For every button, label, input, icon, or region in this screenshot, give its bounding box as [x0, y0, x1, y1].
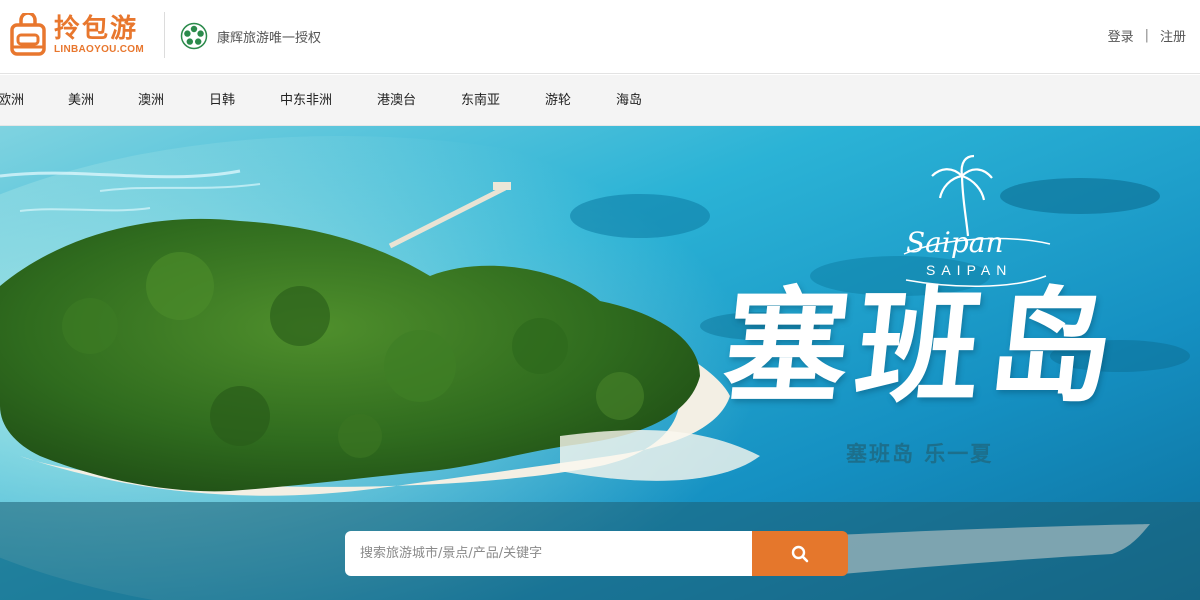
nav-item-middle-east-africa[interactable]: 中东非洲 — [280, 75, 332, 126]
site-logo[interactable]: 拎包游 LINBAOYOU.COM — [8, 10, 153, 60]
region-nav: 欧洲 美洲 澳洲 日韩 中东非洲 港澳台 东南亚 游轮 海岛 — [0, 75, 1200, 126]
partner-badge: 康辉旅游唯一授权 — [180, 22, 321, 50]
nav-item-australia[interactable]: 澳洲 — [138, 75, 164, 126]
register-link[interactable]: 注册 — [1160, 26, 1186, 45]
nav-item-hk-macau-taiwan[interactable]: 港澳台 — [377, 75, 416, 126]
nav-item-islands[interactable]: 海岛 — [616, 75, 642, 126]
nav-item-southeast-asia[interactable]: 东南亚 — [461, 75, 500, 126]
nav-item-japan-korea[interactable]: 日韩 — [209, 75, 235, 126]
partner-text: 康辉旅游唯一授权 — [217, 30, 322, 46]
banner-title: 塞班岛 — [717, 275, 1129, 420]
banner-slogan: 塞班岛 乐一夏 — [846, 442, 994, 466]
nav-item-cruise[interactable]: 游轮 — [545, 75, 571, 126]
search-input[interactable] — [345, 531, 752, 576]
bag-logo-icon — [10, 13, 46, 56]
cct-partner-logo-icon — [180, 22, 208, 50]
header-divider — [164, 12, 165, 58]
logo-wordmark: 拎包游 — [54, 13, 139, 44]
search-icon — [791, 545, 809, 562]
search-button[interactable] — [752, 531, 848, 576]
nav-item-americas[interactable]: 美洲 — [68, 75, 94, 126]
logo-domain: LINBAOYOU.COM — [54, 43, 145, 55]
nav-item-europe[interactable]: 欧洲 — [0, 75, 24, 126]
auth-links: 登录 | 注册 — [1108, 26, 1186, 45]
auth-separator: | — [1144, 28, 1149, 43]
header: 拎包游 LINBAOYOU.COM 康辉旅游唯一授权 登录 | 注册 — [0, 0, 1200, 74]
login-link[interactable]: 登录 — [1108, 26, 1134, 45]
